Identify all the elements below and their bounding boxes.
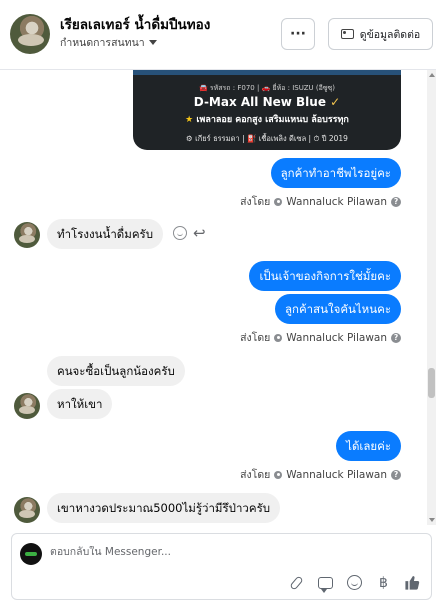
message-incoming[interactable]: คนจะซื้อเป็นลูกน้องครับ xyxy=(47,356,185,386)
sent-by-line: ส่งโดย Wannaluck Pilawan ? xyxy=(240,329,401,346)
help-icon[interactable]: ? xyxy=(391,469,401,480)
message-incoming[interactable]: ทำโรงงนน้ำดื่มครับ xyxy=(47,219,164,249)
view-contact-label: ดูข้อมูลติดต่อ xyxy=(359,28,421,41)
sent-by-prefix: ส่งโดย xyxy=(240,469,271,481)
reply-icon[interactable]: ↩ xyxy=(193,226,206,241)
gear-icon xyxy=(274,333,283,342)
scroll-up-arrow-icon[interactable] xyxy=(429,73,435,77)
assign-label: กำหนดการสนทนา xyxy=(60,37,145,49)
emoji-button[interactable] xyxy=(346,574,363,591)
page-avatar[interactable] xyxy=(10,14,50,54)
page-avatar-small xyxy=(20,543,42,565)
customer-avatar[interactable] xyxy=(14,393,40,419)
more-options-button[interactable]: ··· xyxy=(281,18,315,50)
conversation-header: เรียลเลเทอร์ น้ำดื่มปืนทอง กำหนดการสนทนา… xyxy=(0,0,436,70)
contact-card-icon xyxy=(340,29,354,39)
sent-by-line: ส่งโดย Wannaluck Pilawan ? xyxy=(240,466,401,483)
page-title[interactable]: เรียลเลเทอร์ น้ำดื่มปืนทอง xyxy=(60,13,210,35)
react-smile-icon[interactable] xyxy=(173,226,187,240)
chat-bubble-icon xyxy=(318,576,333,593)
promo-subtitle-text: เพลาลอย คอกสูง เสริมแหนบ ล้อบรรทุก xyxy=(196,115,349,125)
message-outgoing[interactable]: ลูกค้าทำอาชีพไรอยู่คะ xyxy=(270,158,401,188)
saved-replies-button[interactable] xyxy=(317,574,334,593)
paperclip-icon xyxy=(289,574,304,591)
baht-icon: ฿ xyxy=(379,574,388,591)
message-actions: ↩ xyxy=(173,226,206,241)
message-outgoing[interactable]: เป็นเจ้าของกิจการใช่มั้ยคะ xyxy=(249,261,401,291)
promo-title-text: D-Max All New Blue xyxy=(193,95,326,109)
sent-by-prefix: ส่งโดย xyxy=(240,196,271,208)
message-outgoing[interactable]: ลูกค้าสนใจคันไหนคะ xyxy=(274,294,401,324)
message-incoming[interactable]: หาให้เขา xyxy=(47,389,113,419)
promo-meta-line: ⚙ เกียร์ ธรรมดา | ⛽ เชื้อเพลิง ดีเซล | ⏱… xyxy=(186,134,348,143)
chevron-down-icon xyxy=(148,40,157,45)
promo-title: D-Max All New Blue ✓ xyxy=(133,95,401,109)
help-icon[interactable]: ? xyxy=(391,196,401,207)
scrollbar-thumb[interactable] xyxy=(428,368,435,398)
help-icon[interactable]: ? xyxy=(391,332,401,343)
sent-by-prefix: ส่งโดย xyxy=(240,332,271,344)
view-contact-button[interactable]: ดูข้อมูลติดต่อ xyxy=(328,18,433,50)
like-button[interactable] xyxy=(404,574,421,591)
shared-post-card[interactable]: 🚘 รหัสรถ : F070 | 🚗 ยี่ห้อ : ISUZU (อีซู… xyxy=(133,70,401,150)
promo-subtitle: ★ เพลาลอย คอกสูง เสริมแหนบ ล้อบรรทุก xyxy=(133,112,401,126)
assign-conversation-dropdown[interactable]: กำหนดการสนทนา xyxy=(60,34,157,51)
reply-composer: ฿ xyxy=(11,533,432,600)
thumbs-up-icon xyxy=(405,576,420,590)
sent-by-line: ส่งโดย Wannaluck Pilawan ? xyxy=(240,193,401,210)
sent-by-agent[interactable]: Wannaluck Pilawan xyxy=(286,332,387,344)
customer-avatar[interactable] xyxy=(14,222,40,248)
composer-toolbar: ฿ xyxy=(288,574,421,593)
sent-by-agent[interactable]: Wannaluck Pilawan xyxy=(286,469,387,481)
scroll-down-arrow-icon[interactable] xyxy=(429,518,435,522)
message-thread[interactable]: 🚘 รหัสรถ : F070 | 🚗 ยี่ห้อ : ISUZU (อีซู… xyxy=(0,70,427,525)
promo-card-top-strip xyxy=(133,70,401,75)
reply-input[interactable] xyxy=(50,546,350,558)
gear-icon xyxy=(274,470,283,479)
message-outgoing[interactable]: ได้เลยค่ะ xyxy=(336,431,401,461)
sent-by-agent[interactable]: Wannaluck Pilawan xyxy=(286,196,387,208)
customer-avatar[interactable] xyxy=(14,497,40,523)
star-icon: ★ xyxy=(185,115,194,125)
thread-scrollbar[interactable] xyxy=(427,70,436,525)
emoji-icon xyxy=(347,575,362,590)
attach-button[interactable] xyxy=(288,574,305,591)
check-badge-icon: ✓ xyxy=(330,95,341,109)
promo-spec-line: 🚘 รหัสรถ : F070 | 🚗 ยี่ห้อ : ISUZU (อีซู… xyxy=(198,84,336,92)
payment-button[interactable]: ฿ xyxy=(375,574,392,591)
message-incoming[interactable]: เขาหางวดประมาณ5000ไม่รู้ว่ามีรึป่าวครับ xyxy=(47,493,281,523)
gear-icon xyxy=(274,197,283,206)
